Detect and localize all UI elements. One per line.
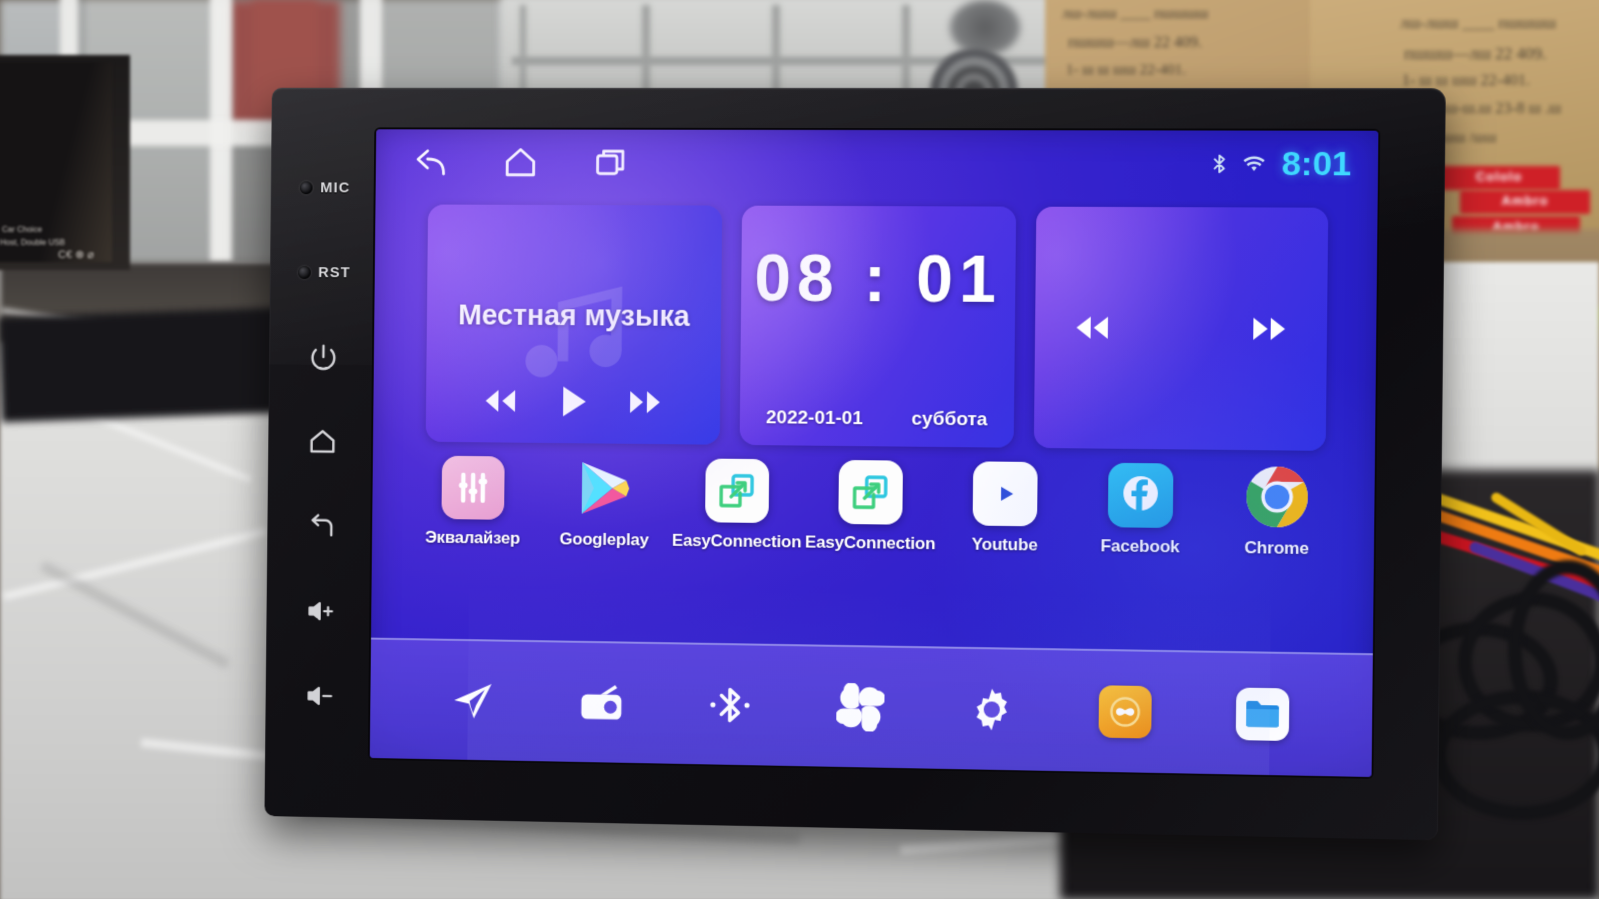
physical-back-button[interactable] [277, 484, 367, 570]
box-handwriting-line: лш-лшш ____ пшшшш [1400, 15, 1557, 32]
background-speaker-upper [950, 0, 1020, 55]
volume-up-icon[interactable] [306, 596, 335, 626]
app-label: Facebook [1100, 536, 1180, 557]
dock-link-app-button[interactable] [1098, 685, 1152, 739]
product-box-text: Car Choice [2, 225, 43, 234]
reset-label: RST [318, 263, 351, 281]
volume-up-button[interactable] [276, 568, 366, 654]
radio-transport-controls [1035, 311, 1328, 345]
bluetooth-icon [1208, 151, 1231, 177]
dock-settings-button[interactable] [967, 685, 1016, 734]
box-red-label: Cololo [1438, 166, 1560, 190]
radio-prev-button[interactable] [1069, 311, 1114, 344]
reset-pinhole-icon[interactable] [297, 265, 311, 279]
box-handwriting-line: пшшш—лш 22 409. [1404, 44, 1547, 63]
easyconnection-icon[interactable] [705, 458, 770, 524]
box-handwriting-line: 1- ш ш шш 22-401. [1066, 62, 1186, 78]
app-easyconnection-1[interactable]: EasyConnection [671, 458, 802, 552]
youtube-icon[interactable] [972, 461, 1038, 527]
radio-next-button[interactable] [1247, 313, 1292, 346]
reset-hole[interactable]: RST [279, 230, 369, 315]
home-icon[interactable] [308, 427, 337, 457]
app-equalizer[interactable]: Эквалайзер [411, 455, 535, 548]
music-prev-button[interactable] [479, 386, 520, 416]
car-head-unit-device: MIC RST 8:01 Местная музыка 08: 01 2022… [264, 87, 1446, 841]
app-label: EasyConnection [671, 530, 802, 552]
volume-down-icon[interactable] [305, 681, 334, 711]
back-icon[interactable] [413, 144, 448, 180]
mic-pinhole-icon [299, 180, 313, 194]
radio-icon[interactable] [577, 679, 625, 727]
power-icon[interactable] [309, 342, 338, 372]
volume-down-button[interactable] [275, 653, 365, 739]
dock-radio-button[interactable] [577, 679, 625, 727]
product-box-text: Host, Double USB [0, 238, 65, 247]
box-handwriting-line: пшшш—лш 22 409. [1068, 34, 1202, 51]
physical-home-button[interactable] [278, 399, 368, 485]
dock-navigation-button[interactable] [449, 676, 496, 724]
mic-label: MIC [320, 178, 351, 196]
back-icon[interactable] [307, 511, 336, 541]
product-box-certification-marks: C€ ⊗ ⌀ [58, 249, 95, 261]
widget-highlight [1033, 206, 1241, 450]
chrome-icon[interactable] [1244, 464, 1310, 530]
dock-bluetooth-button[interactable] [706, 681, 754, 730]
bluetooth-icon[interactable] [706, 681, 754, 730]
box-handwriting-line: лш-лшш ____ пшшшш [1062, 6, 1209, 22]
widget-row: Местная музыка 08: 01 2022-01-01 суббот… [425, 204, 1329, 451]
settings-gear-icon[interactable] [967, 685, 1016, 734]
music-source-title: Местная музыка [457, 299, 690, 333]
navigation-buttons [413, 144, 629, 180]
music-next-button[interactable] [625, 387, 667, 417]
music-play-button[interactable] [556, 384, 590, 420]
recents-icon[interactable] [593, 145, 629, 181]
touchscreen[interactable]: 8:01 Местная музыка 08: 01 2022-01-01 с… [369, 129, 1379, 778]
link-app-icon[interactable] [1098, 685, 1152, 739]
wifi-icon [1243, 151, 1266, 177]
home-icon[interactable] [503, 144, 539, 180]
google-play-icon[interactable] [573, 457, 637, 521]
power-button[interactable] [278, 314, 368, 399]
app-label: Youtube [971, 534, 1038, 555]
facebook-icon[interactable] [1107, 462, 1174, 529]
device-side-button-panel: MIC RST [275, 115, 371, 766]
dock-file-manager-button[interactable] [1235, 687, 1290, 742]
app-facebook[interactable]: Facebook [1076, 462, 1205, 557]
file-manager-icon[interactable] [1235, 687, 1290, 742]
music-transport-controls [426, 382, 721, 420]
bottom-dock [369, 637, 1373, 778]
music-widget[interactable]: Местная музыка [425, 204, 723, 445]
app-youtube[interactable]: Youtube [941, 461, 1069, 556]
clock-widget-weekday: суббота [911, 408, 988, 431]
clock-widget-date: 2022-01-01 [765, 407, 864, 430]
app-label: Googleplay [559, 529, 649, 550]
navigation-icon[interactable] [449, 676, 496, 724]
equalizer-icon[interactable] [441, 455, 505, 520]
radio-widget[interactable] [1033, 206, 1329, 451]
app-label: Эквалайзер [425, 527, 521, 548]
box-red-label: Ambro [1460, 190, 1590, 214]
app-googleplay[interactable]: Googleplay [542, 457, 667, 551]
